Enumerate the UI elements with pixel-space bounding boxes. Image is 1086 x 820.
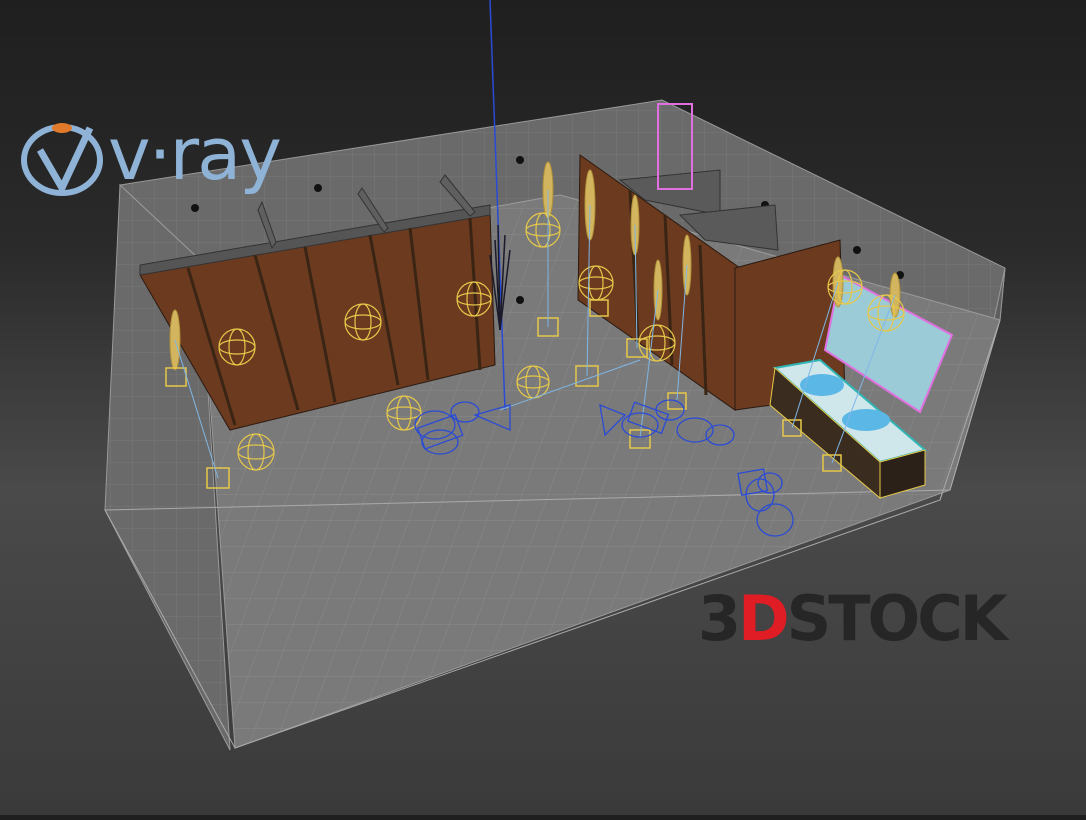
3dstock-watermark: 3DSTOCK — [698, 588, 1008, 650]
stock-word: STOCK — [786, 582, 1008, 655]
sink-basin-2[interactable] — [842, 409, 890, 431]
vray-logo-text: v·ray — [108, 112, 282, 196]
sink-basin-1[interactable] — [800, 374, 844, 396]
vray-logo-mark — [21, 123, 103, 196]
stock-digit: 3 — [698, 582, 741, 655]
stock-letter: D — [738, 582, 789, 655]
3d-viewport[interactable]: v·ray 3DSTOCK — [0, 0, 1086, 815]
